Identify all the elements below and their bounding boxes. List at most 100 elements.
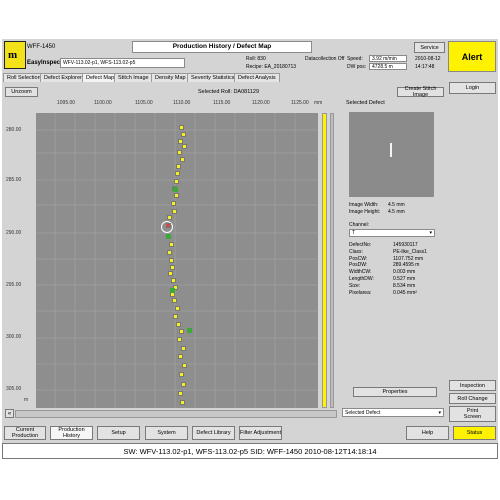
tab-defect-map[interactable]: Defect Map bbox=[82, 73, 119, 82]
app-logo: m bbox=[4, 41, 26, 69]
time-label: 14:17:48 bbox=[415, 64, 435, 70]
image-height-value: 4.5 mm bbox=[388, 209, 405, 215]
channel-label: Channel: bbox=[349, 222, 370, 228]
defect-marker[interactable] bbox=[172, 209, 177, 214]
defect-marker[interactable] bbox=[180, 400, 185, 405]
defect-marker[interactable] bbox=[167, 215, 172, 220]
login-button[interactable]: Login bbox=[449, 82, 496, 94]
selected-defect-title: Selected Defect bbox=[346, 100, 385, 106]
tab-severity-statistics[interactable]: Severity Statistics bbox=[187, 73, 239, 82]
y-tick-label: 285.00 bbox=[6, 177, 22, 183]
defect-marker[interactable] bbox=[181, 132, 186, 137]
defect-marker[interactable] bbox=[174, 179, 179, 184]
defect-marker[interactable] bbox=[182, 363, 187, 368]
defect-marker[interactable] bbox=[175, 171, 180, 176]
setup-button[interactable]: Setup bbox=[97, 426, 140, 440]
tab-defect-analysis[interactable]: Defect Analysis bbox=[234, 73, 280, 82]
y-tick-label: 295.00 bbox=[6, 282, 22, 288]
defect-marker[interactable] bbox=[179, 125, 184, 130]
logo-letter: m bbox=[8, 49, 18, 61]
defect-library-button[interactable]: Defect Library bbox=[192, 426, 235, 440]
help-button[interactable]: Help bbox=[406, 426, 449, 440]
speed-label: Speed: bbox=[347, 56, 363, 62]
field-label: Pixelarea: bbox=[349, 290, 372, 296]
classified-defect-marker[interactable] bbox=[166, 234, 171, 239]
inspection-button[interactable]: Inspection bbox=[449, 380, 496, 391]
properties-button[interactable]: Properties bbox=[353, 387, 437, 397]
defect-marker[interactable] bbox=[171, 278, 176, 283]
channel-select[interactable]: T ▾ bbox=[349, 229, 435, 237]
defect-marker[interactable] bbox=[180, 157, 185, 162]
defect-marker[interactable] bbox=[168, 271, 173, 276]
defect-marker[interactable] bbox=[169, 258, 174, 263]
products-field: WFV-113.02-p1, WFS-113.02-p5 bbox=[60, 58, 185, 68]
defect-marker[interactable] bbox=[167, 250, 172, 255]
selected-defect-marker[interactable] bbox=[166, 223, 171, 228]
defect-marker[interactable] bbox=[179, 372, 184, 377]
status-button[interactable]: Status bbox=[453, 426, 496, 440]
defect-marker[interactable] bbox=[172, 298, 177, 303]
service-button[interactable]: Service bbox=[414, 42, 445, 53]
production-history-button[interactable]: Production History bbox=[50, 426, 93, 440]
roll-change-button[interactable]: Roll Change bbox=[449, 393, 496, 404]
y-tick-label: 290.00 bbox=[6, 230, 22, 236]
defect-marker[interactable] bbox=[173, 314, 178, 319]
defect-marker[interactable] bbox=[181, 382, 186, 387]
tab-defect-explorer[interactable]: Defect Explorer bbox=[40, 73, 86, 82]
horizontal-scrollbar[interactable] bbox=[15, 410, 337, 418]
defect-marker[interactable] bbox=[181, 346, 186, 351]
defect-marker[interactable] bbox=[177, 337, 182, 342]
classified-defect-marker[interactable] bbox=[173, 187, 178, 192]
y-tick-label: 300.00 bbox=[6, 334, 22, 340]
chevron-down-icon: ▾ bbox=[438, 410, 441, 416]
defect-marker[interactable] bbox=[182, 144, 187, 149]
defect-marker[interactable] bbox=[169, 242, 174, 247]
defect-marker[interactable] bbox=[179, 329, 184, 334]
scroll-left-button[interactable]: « bbox=[5, 409, 14, 418]
x-tick-label: 1105.00 bbox=[135, 100, 153, 106]
date-label: 2010-08-12 bbox=[415, 56, 441, 62]
current-production-button[interactable]: Current Production bbox=[4, 426, 46, 440]
defect-image bbox=[349, 112, 434, 197]
plot-grid bbox=[36, 113, 318, 408]
defect-marker[interactable] bbox=[175, 306, 180, 311]
field-value: 145930117 bbox=[393, 242, 418, 248]
defect-marker[interactable] bbox=[178, 354, 183, 359]
defect-marker[interactable] bbox=[174, 193, 179, 198]
classified-defect-marker[interactable] bbox=[170, 288, 175, 293]
defect-marker[interactable] bbox=[171, 201, 176, 206]
alert-indicator[interactable]: Alert bbox=[448, 41, 496, 72]
x-tick-label: 1120.00 bbox=[252, 100, 270, 106]
system-button[interactable]: System bbox=[145, 426, 188, 440]
status-bar: SW: WFV-113.02-p1, WFS-113.02-p5 SID: WF… bbox=[2, 443, 498, 459]
tab-density-map[interactable]: Density Map bbox=[151, 73, 190, 82]
chevron-down-icon: ▾ bbox=[429, 230, 432, 236]
selected-roll-label: Selected Roll: DA081129 bbox=[198, 89, 260, 95]
classified-defect-marker[interactable] bbox=[187, 328, 192, 333]
create-stitch-image-button[interactable]: Create Stitch Image bbox=[397, 86, 444, 98]
field-label: DefectNo: bbox=[349, 242, 372, 248]
defect-marker[interactable] bbox=[177, 150, 182, 155]
defect-marker[interactable] bbox=[170, 265, 175, 270]
unzoom-button[interactable]: Unzoom bbox=[5, 87, 38, 97]
filter-adjustment-button[interactable]: Filter Adjustment bbox=[239, 426, 282, 440]
tab-stitch-image[interactable]: Stitch Image bbox=[114, 73, 153, 82]
vertical-scrollbar[interactable] bbox=[330, 113, 334, 408]
defect-marker[interactable] bbox=[176, 164, 181, 169]
dw-position-bar[interactable] bbox=[322, 113, 327, 408]
x-tick-label: 1095.00 bbox=[57, 100, 76, 106]
recipe-label: Recipe: EA_20180713 bbox=[246, 64, 297, 70]
defect-marker[interactable] bbox=[178, 391, 183, 396]
speed-value: 3.92 m/min bbox=[369, 55, 407, 62]
defect-source-select[interactable]: Selected Defect ▾ bbox=[342, 408, 444, 417]
x-tick-label: 1125.00 bbox=[291, 100, 309, 106]
field-label: LengthDW: bbox=[349, 276, 374, 282]
defect-marker[interactable] bbox=[176, 322, 181, 327]
print-screen-button[interactable]: Print Screen bbox=[449, 406, 496, 422]
tab-roll-selection[interactable]: Roll Selection bbox=[3, 73, 45, 82]
field-label: WidthCW: bbox=[349, 269, 372, 275]
field-value: 0.527 mm bbox=[393, 276, 416, 282]
app-name: EasyInspect bbox=[27, 60, 63, 66]
defect-map-plot[interactable] bbox=[36, 113, 318, 408]
datacollection-label: Datacollection Off bbox=[305, 56, 345, 62]
